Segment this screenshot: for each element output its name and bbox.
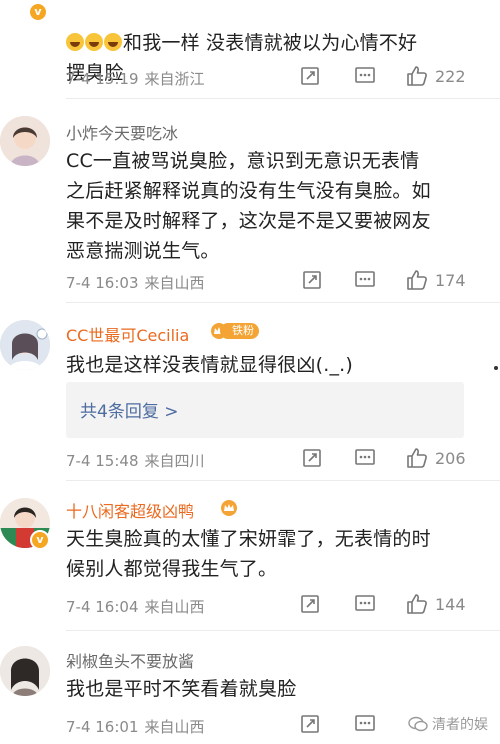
divider <box>66 480 500 481</box>
comment-text: 天生臭脸真的太懂了宋妍霏了，无表情的时 候别人都觉得我生气了。 <box>66 528 431 580</box>
replies-link-text: 共4条回复 > <box>80 402 179 422</box>
comment-meta: 7-4 15:48 来自四川 <box>66 450 205 471</box>
comment-meta: 7-4 16:03 来自山西 <box>66 272 205 293</box>
comment-location: 来自浙江 <box>144 70 205 88</box>
avatar[interactable] <box>0 116 50 166</box>
thumbs-up-icon <box>407 66 427 86</box>
like-button[interactable]: 144 <box>405 592 466 616</box>
comment-meta: 7-4 15:19 来自浙江 <box>66 68 205 89</box>
comment-button[interactable] <box>354 66 376 86</box>
verified-badge-icon: v <box>30 530 50 550</box>
comment-2: 小炸今天要吃冰 CC一直被骂说臭脸，意识到无意识无表情 之后赶紧解释说真的没有生… <box>0 100 500 303</box>
divider <box>66 630 500 631</box>
avatar[interactable] <box>0 320 50 370</box>
comment-text: 我也是平时不笑看着就臭脸 <box>66 678 297 700</box>
share-button[interactable] <box>300 594 320 614</box>
divider <box>66 98 500 99</box>
share-button[interactable] <box>300 66 320 86</box>
crown-icon <box>221 500 237 516</box>
comment-meta: 7-4 16:01 来自山西 <box>66 716 205 737</box>
comment-meta: 7-4 16:04 来自山西 <box>66 596 205 617</box>
share-button[interactable] <box>302 448 322 468</box>
username[interactable]: 十八闲客超级凶鸭 <box>66 498 194 522</box>
comment-icon <box>355 271 375 287</box>
comment-4: v 十八闲客超级凶鸭 天生臭脸真的太懂了宋妍霏了，无表情的时 候别人都觉得我生气… <box>0 484 500 631</box>
comment-date: 7-4 15:48 <box>66 452 139 470</box>
share-icon <box>301 715 319 733</box>
view-replies-button[interactable]: 共4条回复 > <box>66 382 464 438</box>
share-icon <box>301 595 319 613</box>
comment-date: 7-4 16:03 <box>66 274 139 292</box>
like-button[interactable]: 174 <box>405 268 466 292</box>
comment-date: 7-4 15:19 <box>66 70 139 88</box>
comment-button[interactable] <box>354 594 376 614</box>
thumbs-up-icon <box>407 270 427 290</box>
like-count: 174 <box>435 270 466 290</box>
comment-icon <box>355 449 375 465</box>
share-button[interactable] <box>302 270 322 290</box>
fan-badge[interactable]: 铁粉 <box>210 322 259 340</box>
comment-location: 来自四川 <box>144 452 205 470</box>
avatar[interactable] <box>0 646 50 696</box>
comment-text: 我也是这样没表情就显得很凶(._.) <box>66 354 354 376</box>
comment-text: CC一直被骂说臭脸，意识到无意识无表情 之后赶紧解释说真的没有生气没有臭脸。如 … <box>66 150 431 262</box>
comment-location: 来自山西 <box>144 718 205 736</box>
thumbs-up-icon <box>407 448 427 468</box>
like-count: 206 <box>435 448 466 468</box>
verified-badge-icon: v <box>28 2 48 22</box>
thumbs-up-icon <box>407 594 427 614</box>
share-button[interactable] <box>300 714 320 734</box>
comment-3: CC世最可Cecilia 铁粉 我也是这样没表情就显得很凶(._.) 共4条回复… <box>0 304 500 484</box>
fan-badge-label: 铁粉 <box>220 323 259 339</box>
comment-date: 7-4 16:01 <box>66 718 139 736</box>
like-button[interactable]: 206 <box>405 446 466 470</box>
watermark: 清者的娱 <box>408 714 488 734</box>
wechat-logo-icon <box>408 716 428 732</box>
comment-icon <box>355 715 375 731</box>
like-count: 144 <box>435 594 466 614</box>
laughing-emoji-icon <box>104 33 122 51</box>
comment-1: v 和我一样 没表情就被以为心情不好 摆臭脸 7-4 15:19 来自浙江 222 <box>0 0 500 100</box>
like-count: 222 <box>435 66 466 86</box>
username[interactable]: 剁椒鱼头不要放酱 <box>66 648 194 672</box>
comment-icon <box>355 67 375 83</box>
laughing-emoji-icon <box>66 33 84 51</box>
username[interactable]: 小炸今天要吃冰 <box>66 120 178 144</box>
comment-button[interactable] <box>354 448 376 468</box>
share-icon <box>303 271 321 289</box>
scroll-indicator <box>494 366 498 370</box>
share-icon <box>303 449 321 467</box>
comment-date: 7-4 16:04 <box>66 598 139 616</box>
divider <box>66 302 500 303</box>
share-icon <box>301 67 319 85</box>
username[interactable]: CC世最可Cecilia <box>66 322 189 346</box>
like-button[interactable]: 222 <box>405 64 466 88</box>
comment-location: 来自山西 <box>144 598 205 616</box>
comment-button[interactable] <box>354 714 376 734</box>
comment-icon <box>355 595 375 611</box>
comment-location: 来自山西 <box>144 274 205 292</box>
comment-button[interactable] <box>354 270 376 290</box>
watermark-text: 清者的娱 <box>432 717 488 733</box>
laughing-emoji-icon <box>85 33 103 51</box>
